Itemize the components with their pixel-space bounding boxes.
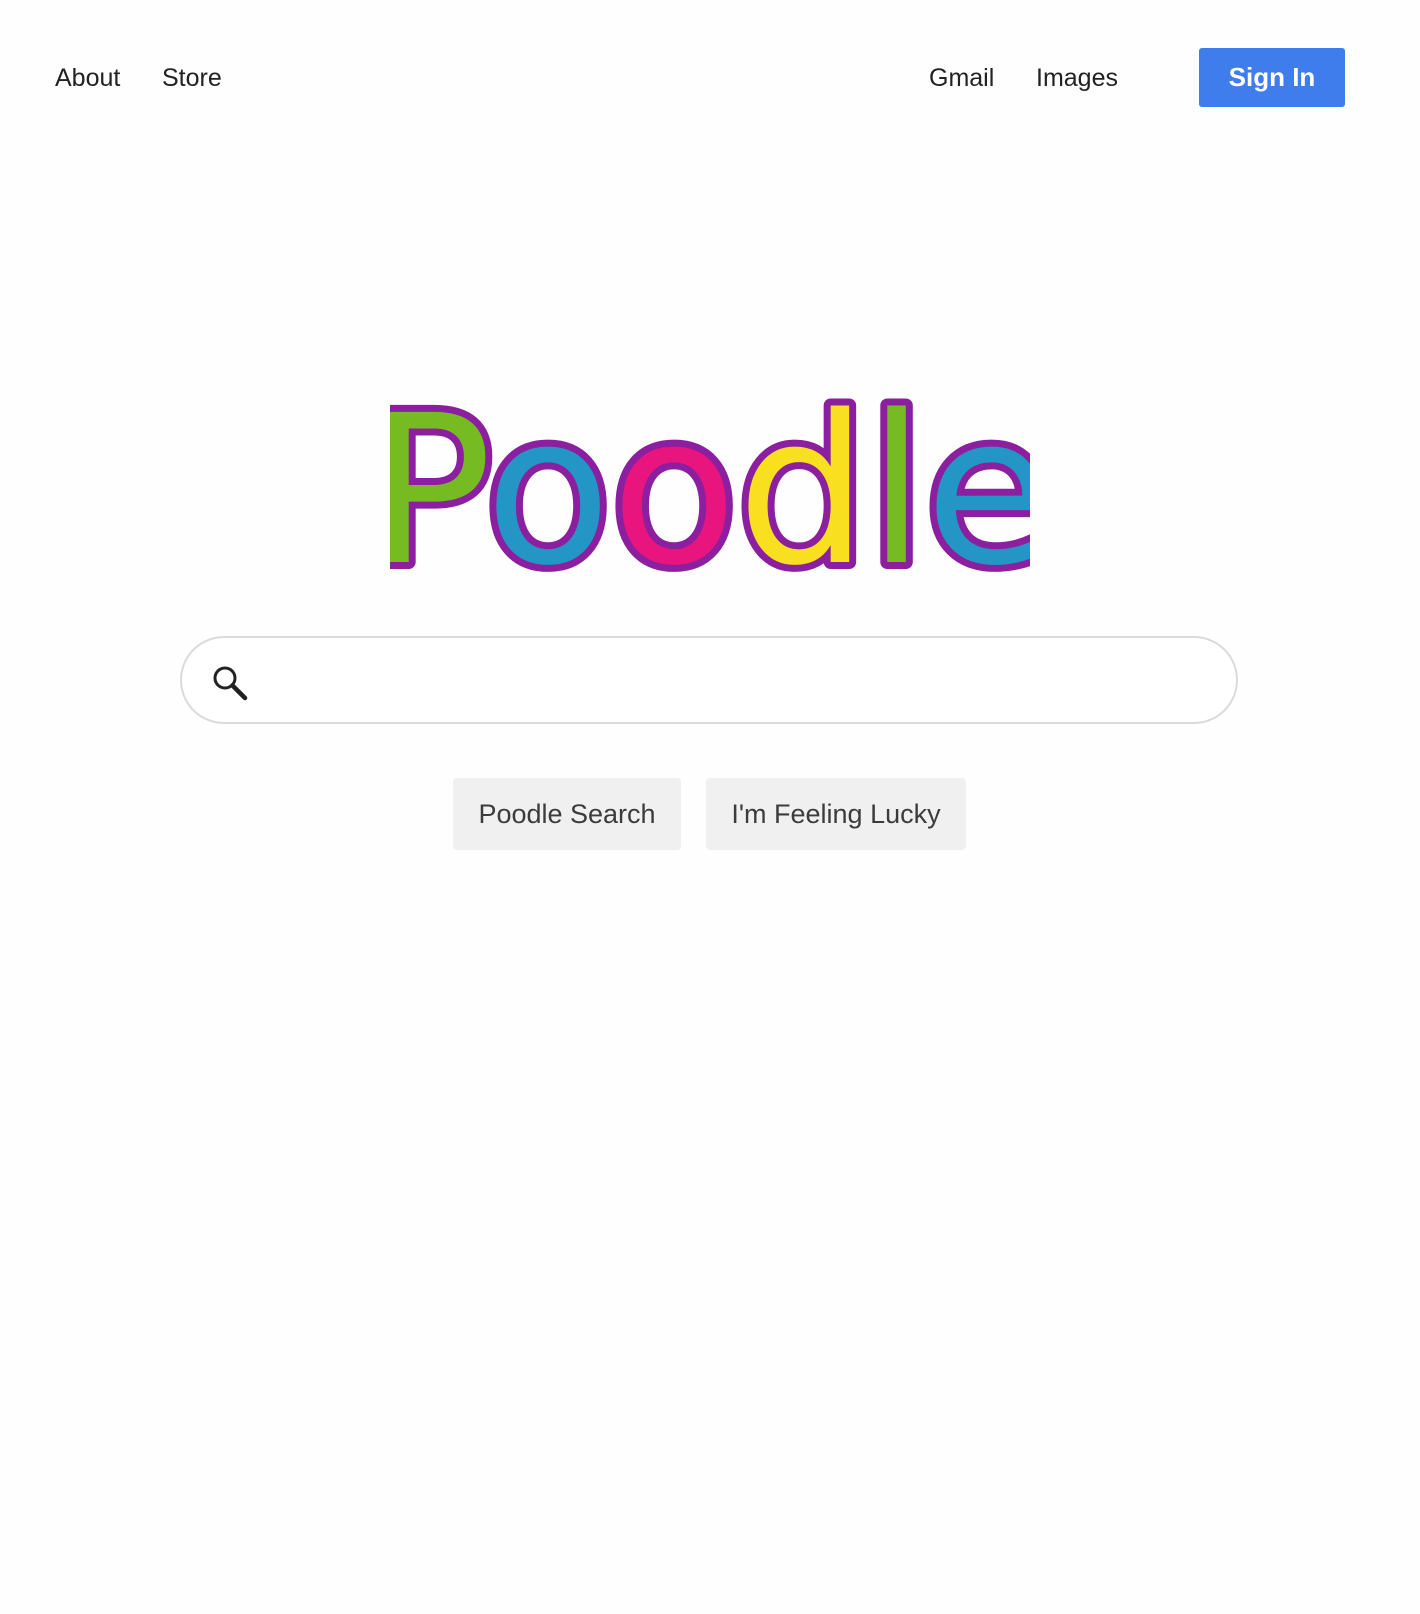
- logo-letter: l: [868, 390, 925, 590]
- poodle-logo: Poodle: [0, 390, 1420, 590]
- search-input[interactable]: [270, 656, 1204, 706]
- feeling-lucky-button[interactable]: I'm Feeling Lucky: [706, 778, 966, 850]
- logo-graphic: Poodle: [390, 390, 1030, 590]
- search-icon: [212, 665, 248, 701]
- logo-letter: P: [390, 390, 486, 590]
- nav-link-store[interactable]: Store: [162, 62, 222, 94]
- logo-letter: e: [925, 390, 1030, 590]
- nav-link-about[interactable]: About: [55, 62, 120, 94]
- logo-text: Poodle: [390, 390, 1030, 590]
- sign-in-button[interactable]: Sign In: [1199, 48, 1345, 107]
- nav-link-gmail[interactable]: Gmail: [929, 62, 994, 94]
- logo-letter: o: [485, 390, 611, 590]
- poodle-search-button[interactable]: Poodle Search: [453, 778, 681, 850]
- search-box[interactable]: [180, 636, 1238, 724]
- logo-letter: d: [737, 390, 868, 590]
- logo-letter: o: [611, 390, 737, 590]
- nav-link-images[interactable]: Images: [1036, 62, 1118, 94]
